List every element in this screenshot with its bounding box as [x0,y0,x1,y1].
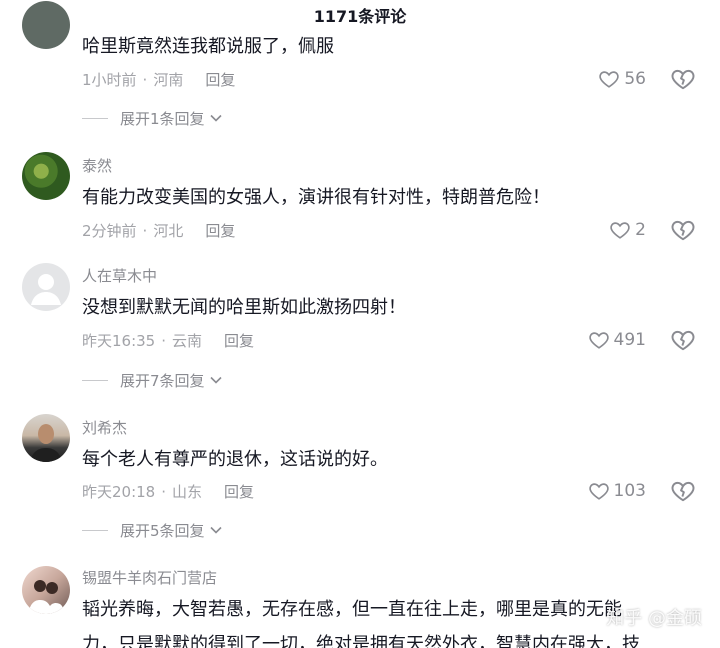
expand-replies[interactable]: 展开7条回复 [82,368,223,392]
chevron-down-icon [209,376,222,384]
expand-replies-label: 展开1条回复 [120,109,205,128]
comment-location: 河北 [153,222,184,240]
comment-count-title: 1171条评论 [313,7,407,26]
like-count: 2 [635,220,646,240]
heart-outline-icon [588,483,609,500]
comment-meta: 昨天16:35 · 云南 回复 [82,332,255,350]
comment-time: 昨天20:18 [82,483,156,501]
reply-button[interactable]: 回复 [205,222,235,240]
comment-username[interactable]: 锡盟牛羊肉石门营店 [82,568,217,588]
person-photo-icon [30,424,62,462]
comments-header: 1171条评论 [0,0,720,34]
broken-heart-icon[interactable] [670,217,696,243]
comment-text: 哈里斯竟然连我都说服了，佩服 [82,36,334,57]
comment-text: 没想到默默无闻的哈里斯如此激扬四射！ [82,297,406,318]
avatar[interactable] [22,152,70,200]
comment-meta: 2分钟前 · 河北 回复 [82,222,236,240]
expand-replies[interactable]: 展开5条回复 [82,518,223,542]
comment-time: 1小时前 [82,71,137,89]
expand-replies[interactable]: 展开1条回复 [82,106,223,130]
reply-button[interactable]: 回复 [205,71,235,89]
chevron-down-icon [209,526,222,534]
expand-divider [82,379,108,381]
couple-photo-icon [28,580,64,614]
avatar[interactable] [22,414,70,462]
comment-meta: 昨天20:18 · 山东 回复 [82,483,255,501]
comment-username[interactable]: 刘希杰 [82,418,127,438]
like-button[interactable]: 56 [598,66,646,92]
comment-location: 云南 [172,332,203,350]
comment-time: 昨天16:35 [82,332,156,350]
comment-location: 山东 [172,483,203,501]
like-button[interactable]: 491 [588,327,646,353]
comment-meta: 1小时前 · 河南 回复 [82,71,236,89]
comment-text: 每个老人有尊严的退休，这话说的好。 [82,449,388,470]
like-button[interactable]: 2 [609,217,646,243]
heart-outline-icon [588,332,609,349]
expand-divider [82,529,108,531]
like-count: 56 [624,69,646,89]
like-button[interactable]: 103 [588,478,646,504]
default-avatar-icon [31,274,61,305]
like-count: 491 [613,330,646,350]
comment-location: 河南 [153,71,184,89]
avatar[interactable] [22,566,70,614]
broken-heart-icon[interactable] [670,478,696,504]
like-count: 103 [613,481,646,501]
chevron-down-icon [209,114,222,122]
broken-heart-icon[interactable] [670,66,696,92]
comment-username[interactable]: 人在草木中 [82,266,157,286]
comment-text-line2: 力，只是默默的得到了一切，绝对是拥有天然外衣，智慧内在强大，技 [82,634,640,648]
reply-button[interactable]: 回复 [224,332,254,350]
comment-time: 2分钟前 [82,222,137,240]
comment-text: 有能力改变美国的女强人，演讲很有针对性，特朗普危险！ [82,187,550,208]
expand-divider [82,117,108,119]
avatar[interactable] [22,263,70,311]
heart-outline-icon [599,71,620,88]
watermark: 知乎 @金硕 [606,608,702,629]
expand-replies-label: 展开7条回复 [120,371,205,390]
comment-username[interactable]: 泰然 [82,156,112,176]
heart-outline-icon [610,222,630,239]
expand-replies-label: 展开5条回复 [120,521,205,540]
avatar[interactable] [22,1,70,49]
broken-heart-icon[interactable] [670,327,696,353]
reply-button[interactable]: 回复 [224,483,254,501]
